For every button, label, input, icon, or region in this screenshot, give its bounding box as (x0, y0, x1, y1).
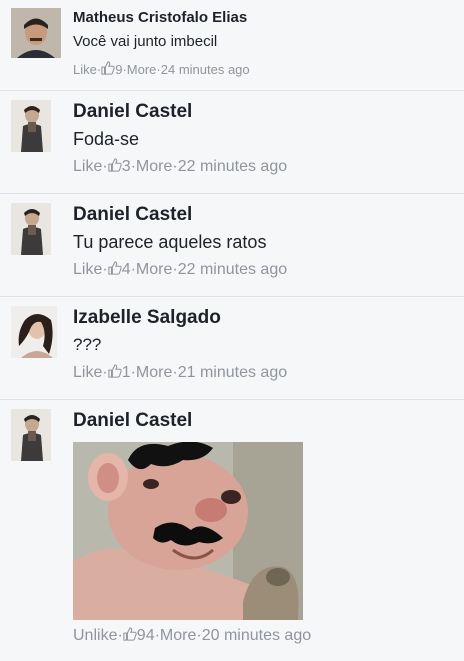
timestamp[interactable]: 22 minutes ago (178, 158, 287, 176)
timestamp[interactable]: 21 minutes ago (178, 364, 287, 382)
comment-meta: Like · 9 · More · 24 minutes ago (73, 61, 250, 77)
thumbs-up-icon (108, 364, 122, 378)
thumbs-up-icon (108, 261, 122, 275)
comment-meta: Like · 4 · More · 22 minutes ago (73, 261, 287, 279)
more-link[interactable]: More (136, 158, 172, 176)
comment-text: ??? (73, 335, 102, 354)
like-count: 3 (121, 158, 131, 175)
comment-text: Tu parece aqueles ratos (73, 232, 267, 252)
thumbs-up-icon (123, 627, 137, 641)
like-count: 9 (115, 62, 123, 77)
unlike-link[interactable]: Unlike (73, 627, 117, 645)
avatar[interactable] (11, 100, 51, 152)
comment-meta: Like · 3 · More · 22 minutes ago (73, 158, 287, 176)
author-name[interactable]: Matheus Cristofalo Elias (73, 9, 247, 26)
comment-text: Você vai junto imbecil (73, 33, 218, 50)
author-name[interactable]: Izabelle Salgado (73, 307, 221, 329)
author-name[interactable]: Daniel Castel (73, 101, 192, 123)
avatar[interactable] (11, 409, 51, 461)
like-count: 94 (136, 627, 155, 644)
avatar[interactable] (11, 8, 61, 58)
avatar[interactable] (11, 203, 51, 255)
more-link[interactable]: More (160, 627, 196, 645)
comment-item: Izabelle Salgado ??? Like · 1 · More · 2… (0, 297, 464, 400)
like-count: 1 (121, 364, 131, 381)
comment-item: Matheus Cristofalo Elias Você vai junto … (0, 0, 464, 91)
more-link[interactable]: More (127, 62, 157, 77)
comment-item: Daniel Castel Foda-se Like · 3 · More · … (0, 91, 464, 194)
like-count: 4 (121, 261, 131, 278)
like-link[interactable]: Like (73, 158, 102, 176)
author-name[interactable]: Daniel Castel (73, 410, 192, 432)
timestamp[interactable]: 20 minutes ago (202, 627, 311, 645)
thumbs-up-icon (108, 158, 122, 172)
comment-meta: Like · 1 · More · 21 minutes ago (73, 364, 287, 382)
author-name[interactable]: Daniel Castel (73, 204, 192, 226)
like-link[interactable]: Like (73, 261, 102, 279)
comment-item: Daniel Castel Tu parece aqueles ratos Li… (0, 194, 464, 297)
comment-text: Foda-se (73, 129, 140, 149)
more-link[interactable]: More (136, 364, 172, 382)
avatar[interactable] (11, 306, 57, 358)
like-link[interactable]: Like (73, 364, 102, 382)
more-link[interactable]: More (136, 261, 172, 279)
comment-meta: Unlike · 94 · More · 20 minutes ago (73, 627, 311, 645)
timestamp[interactable]: 22 minutes ago (178, 261, 287, 279)
like-link[interactable]: Like (73, 62, 97, 77)
thumbs-up-icon (101, 61, 115, 75)
timestamp[interactable]: 24 minutes ago (161, 62, 250, 77)
comment-photo[interactable] (73, 442, 303, 620)
